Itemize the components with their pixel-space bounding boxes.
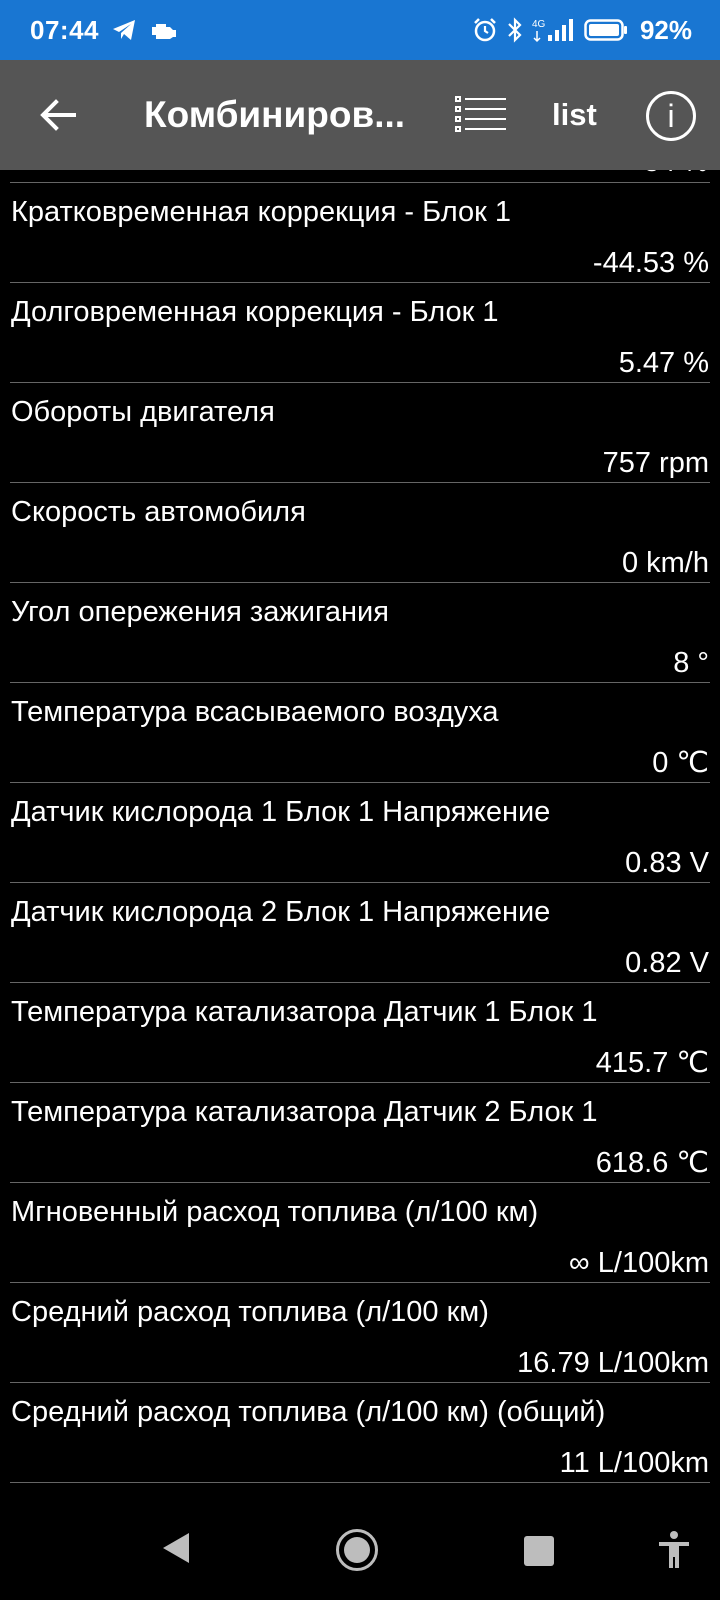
list-item[interactable]: Обороты двигателя 757 rpm bbox=[10, 383, 710, 483]
battery-percentage: 92% bbox=[639, 14, 692, 45]
list-icon bbox=[455, 96, 506, 132]
info-icon: i bbox=[667, 97, 675, 134]
list-item-label: Средний расход топлива (л/100 км) bbox=[11, 1296, 489, 1328]
list-item[interactable]: Скорость автомобиля 0 km/h bbox=[10, 483, 710, 583]
list-item-label: Температура всасываемого воздуха bbox=[11, 696, 499, 728]
list-item-value: 11 L/100km bbox=[559, 1447, 709, 1479]
battery-icon bbox=[584, 19, 627, 41]
svg-text:4G: 4G bbox=[532, 19, 546, 30]
list-item[interactable]: Средний расход топлива (л/100 км) (общий… bbox=[10, 1383, 710, 1483]
list-item-label: Мгновенный расход топлива (л/100 км) bbox=[11, 1196, 539, 1228]
list-item[interactable]: Кратковременная коррекция - Блок 1 -44.53… bbox=[10, 183, 710, 283]
list-item-label: Датчик кислорода 2 Блок 1 Напряжение bbox=[11, 896, 551, 928]
list-item-label: Обороты двигателя bbox=[11, 396, 275, 428]
info-button[interactable]: i bbox=[646, 91, 696, 141]
list-item[interactable]: Мгновенный расход топлива (л/100 км) ∞ L/… bbox=[10, 1183, 710, 1283]
status-time: 07:44 bbox=[30, 14, 99, 45]
navigation-bar bbox=[0, 1500, 720, 1600]
triangle-back-icon bbox=[163, 1533, 189, 1563]
nav-home-button[interactable] bbox=[336, 1529, 378, 1571]
list-item-value: 618.6 ℃ bbox=[595, 1147, 709, 1179]
parameter-list[interactable]: 54 % Кратковременная коррекция - Блок 1 -… bbox=[0, 170, 720, 1500]
alarm-icon bbox=[474, 18, 496, 42]
page-title: Комбиниров... bbox=[144, 94, 406, 135]
list-item-value: -44.53 % bbox=[592, 247, 709, 279]
list-item-value: ∞ L/100km bbox=[569, 1247, 709, 1279]
nav-back-button[interactable] bbox=[160, 1530, 192, 1571]
list-item-value: 415.7 ℃ bbox=[595, 1047, 709, 1079]
list-view-button[interactable] bbox=[454, 94, 508, 138]
list-item[interactable]: Температура катализатора Датчик 2 Блок 1… bbox=[10, 1083, 710, 1183]
back-button[interactable] bbox=[34, 90, 84, 140]
arrow-back-icon bbox=[40, 99, 76, 131]
signal-4g-icon: 4G bbox=[532, 19, 573, 43]
bluetooth-icon bbox=[508, 17, 522, 43]
status-bar: 07:44 4G 92% bbox=[0, 0, 720, 60]
list-item[interactable]: Датчик кислорода 2 Блок 1 Напряжение 0.82… bbox=[10, 883, 710, 983]
list-item[interactable]: Датчик кислорода 1 Блок 1 Напряжение 0.83… bbox=[10, 783, 710, 883]
list-item-label: Кратковременная коррекция - Блок 1 bbox=[11, 196, 512, 228]
nav-recents-button[interactable] bbox=[524, 1536, 554, 1566]
accessibility-button[interactable] bbox=[656, 1530, 692, 1575]
list-item-label: Скорость автомобиля bbox=[11, 496, 306, 528]
list-item-label: Температура катализатора Датчик 2 Блок 1 bbox=[11, 1096, 598, 1128]
car-engine-icon bbox=[152, 24, 176, 39]
list-item[interactable]: Средний расход топлива (л/100 км) 16.79 L… bbox=[10, 1283, 710, 1383]
list-item-label: Датчик кислорода 1 Блок 1 Напряжение bbox=[11, 796, 551, 828]
list-item[interactable]: Долговременная коррекция - Блок 1 5.47 % bbox=[10, 283, 710, 383]
telegram-icon bbox=[113, 20, 135, 40]
list-item-value: 8 ° bbox=[673, 647, 709, 679]
list-item[interactable]: Температура катализатора Датчик 1 Блок 1… bbox=[10, 983, 710, 1083]
list-item-value: 5.47 % bbox=[618, 347, 709, 379]
list-item-value: 0.83 V bbox=[625, 847, 709, 879]
list-item-partial: 54 % bbox=[10, 170, 710, 183]
list-item-label: Температура катализатора Датчик 1 Блок 1 bbox=[11, 996, 598, 1028]
list-item-value: 757 rpm bbox=[602, 447, 709, 479]
list-item-value: 16.79 L/100km bbox=[517, 1347, 709, 1379]
list-item-label: Средний расход топлива (л/100 км) (общий… bbox=[11, 1396, 606, 1428]
list-item[interactable]: Угол опережения зажигания 8 ° bbox=[10, 583, 710, 683]
list-item-label: Угол опережения зажигания bbox=[11, 596, 389, 628]
list-item-value: 0.82 V bbox=[625, 947, 709, 979]
list-item-label: Долговременная коррекция - Блок 1 bbox=[11, 296, 499, 328]
accessibility-icon bbox=[659, 1531, 689, 1568]
app-bar: Комбиниров... list i bbox=[0, 60, 720, 170]
list-item-value: 0 km/h bbox=[621, 547, 709, 579]
list-item[interactable]: Температура всасываемого воздуха 0 ℃ bbox=[10, 683, 710, 783]
list-button[interactable]: list bbox=[552, 90, 597, 140]
list-item-value: 0 ℃ bbox=[652, 747, 709, 779]
list-item-value: 54 % bbox=[644, 170, 708, 178]
